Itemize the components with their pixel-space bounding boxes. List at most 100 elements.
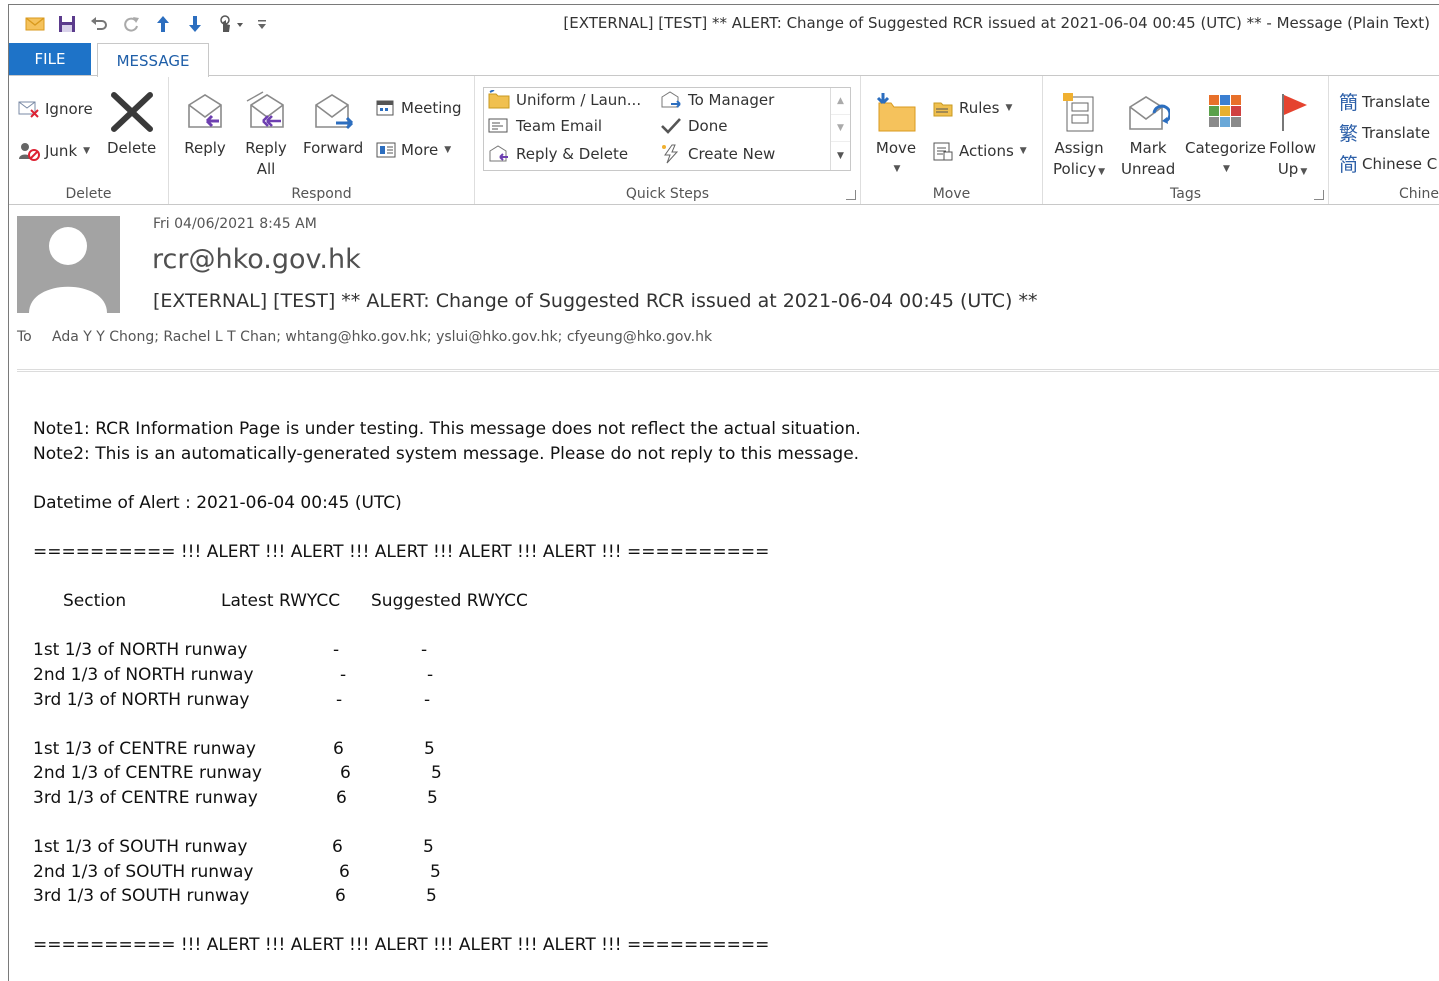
message-body: Note1: RCR Information Page is under tes… <box>33 417 1413 958</box>
chevron-down-icon: ▼ <box>1019 146 1027 156</box>
row-suggested: - <box>427 664 434 685</box>
ignore-button[interactable]: Ignore <box>17 98 93 120</box>
row-section: 3rd 1/3 of NORTH runway <box>33 689 250 710</box>
follow-up-label-2: Up <box>1277 160 1299 178</box>
meeting-button[interactable]: Meeting <box>375 98 461 118</box>
mark-unread-label-1: Mark <box>1129 139 1167 157</box>
envelope-icon <box>19 11 51 37</box>
arrow-down-icon[interactable] <box>179 11 211 37</box>
customize-qat-icon[interactable] <box>251 11 273 37</box>
quickstep-done[interactable]: Done <box>660 117 727 135</box>
chevron-down-icon: ▼ <box>893 164 901 174</box>
group-label-quick-steps: Quick Steps <box>625 186 710 202</box>
avatar[interactable] <box>17 216 120 313</box>
forward-button[interactable]: Forward <box>303 86 363 159</box>
group-delete: Ignore Junk ▼ Delete Delete <box>9 76 169 204</box>
row-section: 1st 1/3 of SOUTH runway <box>33 837 248 858</box>
group-respond: Reply Reply All Forward Meeting More ▼ Re… <box>169 76 475 204</box>
folder-icon <box>488 90 510 109</box>
group-move: Move ▼ Rules ▼ Actions ▼ Move <box>861 76 1043 204</box>
sender-address[interactable]: rcr@hko.gov.hk <box>152 244 361 275</box>
assign-policy-label-2: Policy <box>1053 160 1097 178</box>
quick-steps-launcher-icon[interactable] <box>846 190 856 200</box>
chinese-conversion-button[interactable]: 简 Chinese C <box>1339 150 1437 177</box>
arrow-up-icon[interactable] <box>147 11 179 37</box>
row-section: 2nd 1/3 of NORTH runway <box>33 664 254 685</box>
body-note-1: Note1: RCR Information Page is under tes… <box>33 419 861 439</box>
scroll-up-icon[interactable]: ▲ <box>831 88 850 115</box>
expand-gallery-icon[interactable]: ▼ <box>831 142 850 169</box>
col-header-suggested: Suggested RWYCC <box>371 591 528 612</box>
row-latest: - <box>333 640 340 661</box>
lightning-icon <box>662 144 679 164</box>
translate-traditional-button[interactable]: 繁 Translate <box>1339 119 1430 146</box>
table-row: 1st 1/3 of SOUTH runway 6 5 <box>33 835 1413 860</box>
delete-button[interactable]: Delete <box>107 86 156 159</box>
reply-button[interactable]: Reply <box>183 86 227 159</box>
quickstep-create-new-label: Create New <box>688 145 776 163</box>
row-suggested: 5 <box>426 886 437 907</box>
categorize-icon <box>1209 95 1242 127</box>
quickstep-reply-delete-label: Reply & Delete <box>516 145 629 163</box>
title-bar: [EXTERNAL] [TEST] ** ALERT: Change of Su… <box>9 5 1439 41</box>
categorize-label: Categorize <box>1185 139 1266 157</box>
flag-icon <box>1281 94 1307 131</box>
quick-access-toolbar <box>19 11 273 37</box>
message-subject: [EXTERNAL] [TEST] ** ALERT: Change of Su… <box>153 290 1038 312</box>
quickstep-reply-delete[interactable]: Reply & Delete <box>488 144 628 164</box>
group-tags: Assign Policy ▼ Mark Unread Categorize ▼ … <box>1043 76 1329 204</box>
reply-all-button[interactable]: Reply All <box>243 86 289 180</box>
save-icon[interactable] <box>51 11 83 37</box>
row-latest: 6 <box>335 886 346 907</box>
categorize-button[interactable]: Categorize ▼ <box>1185 86 1266 180</box>
move-folder-icon <box>876 93 916 132</box>
assign-policy-button[interactable]: Assign Policy ▼ <box>1053 86 1105 183</box>
team-email-icon <box>488 118 508 133</box>
undo-icon[interactable] <box>83 11 115 37</box>
rules-label: Rules <box>959 99 1000 117</box>
rules-icon <box>933 102 953 117</box>
mark-unread-button[interactable]: Mark Unread <box>1121 86 1175 180</box>
recipients-list[interactable]: Ada Y Y Chong; Rachel L T Chan; whtang@h… <box>52 329 712 345</box>
row-latest: 6 <box>339 861 350 882</box>
more-respond-icon <box>376 142 396 158</box>
scroll-down-icon[interactable]: ▼ <box>831 115 850 142</box>
chevron-down-icon: ▼ <box>1300 167 1308 177</box>
tab-file[interactable]: FILE <box>9 43 91 75</box>
recipients-row: To Ada Y Y Chong; Rachel L T Chan; whtang… <box>17 329 712 345</box>
message-window: [EXTERNAL] [TEST] ** ALERT: Change of Su… <box>8 4 1439 981</box>
body-alert-datetime: Datetime of Alert : 2021-06-04 00:45 (UT… <box>33 492 402 513</box>
follow-up-button[interactable]: Follow Up ▼ <box>1269 86 1316 183</box>
move-label: Move <box>875 139 917 157</box>
row-latest: 6 <box>336 787 347 808</box>
translate-simplified-button[interactable]: 簡 Translate <box>1339 88 1430 115</box>
move-button[interactable]: Move ▼ <box>873 86 919 180</box>
chinese-conversion-label: Chinese C <box>1362 154 1438 173</box>
more-button[interactable]: More ▼ <box>375 140 451 160</box>
quickstep-create-new[interactable]: Create New <box>660 144 775 164</box>
chevron-down-icon: ▼ <box>1005 103 1013 113</box>
group-label-chinese: Chine <box>1399 186 1439 202</box>
row-latest: 6 <box>332 837 343 858</box>
quickstep-uniform-label: Uniform / Laun... <box>516 91 642 109</box>
reply-all-icon <box>246 91 284 128</box>
sent-date: Fri 04/06/2021 8:45 AM <box>153 216 317 232</box>
quickstep-to-manager-label: To Manager <box>688 91 775 109</box>
tags-launcher-icon[interactable] <box>1314 190 1324 200</box>
quickstep-uniform[interactable]: Uniform / Laun... <box>488 90 641 110</box>
tab-message[interactable]: MESSAGE <box>97 43 209 77</box>
group-label-move: Move <box>932 186 971 202</box>
touch-mode-icon[interactable] <box>211 11 251 37</box>
redo-icon[interactable] <box>115 11 147 37</box>
meeting-icon <box>376 100 394 116</box>
junk-button[interactable]: Junk ▼ <box>17 140 90 162</box>
quickstep-to-manager[interactable]: To Manager <box>660 90 774 110</box>
rules-button[interactable]: Rules ▼ <box>931 98 1012 118</box>
simplified-char-icon: 簡 <box>1339 92 1359 114</box>
quick-steps-scrollbar[interactable]: ▲ ▼ ▼ <box>830 88 850 170</box>
row-suggested: 5 <box>431 763 442 784</box>
table-row: 3rd 1/3 of CENTRE runway 6 5 <box>33 786 1413 811</box>
quickstep-team-email[interactable]: Team Email <box>488 117 602 135</box>
actions-label: Actions <box>959 142 1014 160</box>
actions-button[interactable]: Actions ▼ <box>931 140 1027 162</box>
